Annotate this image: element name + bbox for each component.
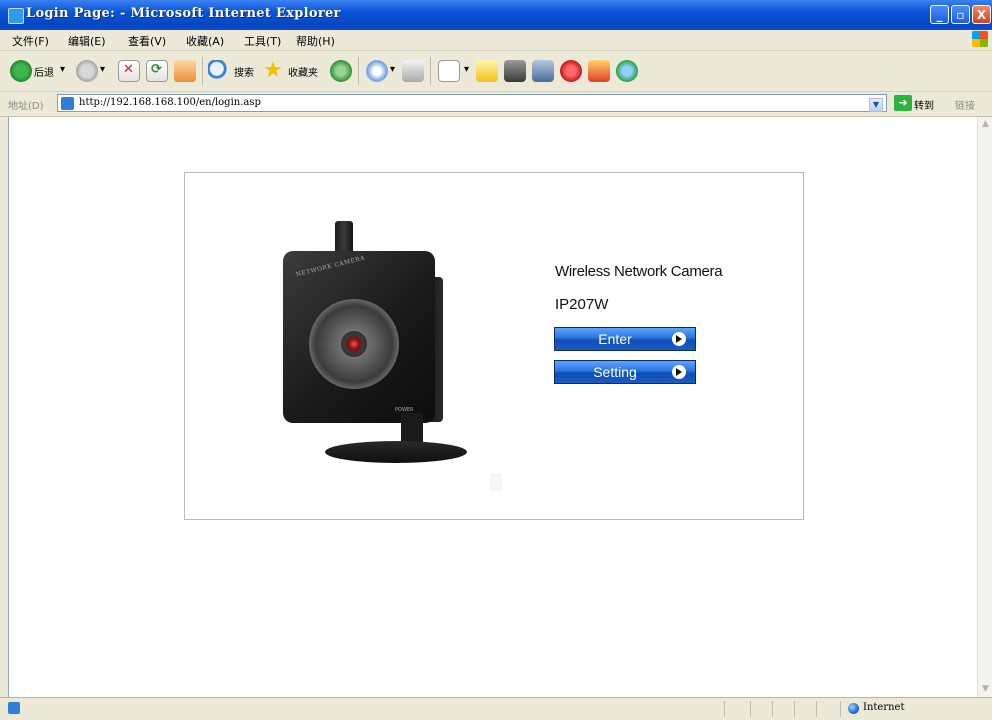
enter-label: Enter [598,331,632,347]
page-status-icon [8,702,20,714]
camera-lens [309,299,399,389]
status-bar: Internet [0,697,992,720]
setting-button[interactable]: Setting [554,360,696,384]
scroll-down-icon[interactable]: ▼ [978,682,992,697]
forward-dropdown-icon[interactable]: ▾ [100,64,105,75]
camera-stand-neck [401,413,423,443]
title-bar[interactable]: Login Page: - Microsoft Internet Explore… [0,0,992,30]
scroll-up-icon[interactable]: ▲ [978,117,992,132]
standard-toolbar: 后退 ▾ ▾ ✕ ⟳ 搜索 ★ 收藏夹 ▾ ▾ [0,51,992,92]
back-dropdown-icon[interactable]: ▾ [60,64,65,75]
camera-lens-core [341,331,367,357]
mail-dropdown-icon[interactable]: ▾ [390,64,395,75]
camera-body: NETWORK CAMERA POWER [283,251,435,423]
camera-stand-base [325,441,467,463]
enter-button[interactable]: Enter [554,327,696,351]
star-icon[interactable]: ★ [262,60,284,82]
print-icon[interactable] [402,60,424,82]
status-divider [772,701,773,717]
window-title: Login Page: - Microsoft Internet Explore… [26,6,341,21]
status-divider [724,701,725,717]
menu-bar: 文件(F) 编辑(E) 查看(V) 收藏(A) 工具(T) 帮助(H) [0,30,992,51]
go-arrow-icon[interactable]: ➜ [894,95,912,111]
back-label[interactable]: 后退 [34,64,54,79]
status-divider [750,701,751,717]
links-button[interactable]: 链接 [955,97,975,112]
page-icon [61,97,74,110]
history-icon[interactable] [330,60,352,82]
minimize-button[interactable]: _ [930,5,949,24]
camera-image: NETWORK CAMERA POWER [185,173,545,513]
search-label[interactable]: 搜索 [234,64,254,79]
forward-arrow-icon[interactable] [76,60,98,82]
toolbar-separator [202,57,203,85]
page-content: NETWORK CAMERA POWER Wireless Network Ca… [8,117,977,697]
camera-brand-text: NETWORK CAMERA [295,254,366,279]
setting-label: Setting [593,364,637,380]
ie-logo-icon [8,8,24,24]
vertical-scrollbar[interactable]: ▲ ▼ [977,117,992,697]
addon-red-icon[interactable] [560,60,582,82]
menu-help[interactable]: 帮助(H) [296,33,335,49]
address-field[interactable]: http://192.168.168.100/en/login.asp ▼ [57,94,887,112]
toolbar-separator [358,57,359,85]
addon-book-icon[interactable] [588,60,610,82]
menu-favorites[interactable]: 收藏(A) [186,33,224,49]
search-icon[interactable] [208,60,230,82]
close-button[interactable]: X [972,5,991,24]
back-arrow-icon[interactable] [10,60,32,82]
addon-users-icon[interactable] [616,60,638,82]
refresh-icon[interactable]: ⟳ [146,60,168,82]
status-divider [816,701,817,717]
address-url[interactable]: http://192.168.168.100/en/login.asp [79,97,261,108]
menu-tools[interactable]: 工具(T) [244,33,281,49]
address-label: 地址(D) [8,101,44,112]
globe-icon [848,703,859,714]
maximize-button[interactable]: ▫ [951,5,970,24]
address-bar: 地址(D) http://192.168.168.100/en/login.as… [0,92,992,117]
status-divider [840,701,841,717]
product-model: IP207W [555,296,609,313]
arrow-right-icon [672,365,686,379]
menu-edit[interactable]: 编辑(E) [68,33,106,49]
notes-icon[interactable] [476,60,498,82]
menu-file[interactable]: 文件(F) [12,33,49,49]
messenger-icon[interactable] [504,60,526,82]
favorites-label[interactable]: 收藏夹 [288,64,318,79]
mail-icon[interactable] [366,60,388,82]
stop-icon[interactable]: ✕ [118,60,140,82]
edit-icon[interactable] [438,60,460,82]
login-panel: NETWORK CAMERA POWER Wireless Network Ca… [184,172,804,520]
status-divider [794,701,795,717]
windows-logo-icon [972,31,988,47]
security-zone: Internet [863,702,905,713]
go-button[interactable]: 转到 [914,97,934,112]
home-icon[interactable] [174,60,196,82]
toolbar-separator [430,57,431,85]
product-title: Wireless Network Camera [555,263,723,280]
arrow-right-icon [672,332,686,346]
image-artifact [490,473,502,491]
research-icon[interactable] [532,60,554,82]
menu-view[interactable]: 查看(V) [128,33,166,49]
edit-dropdown-icon[interactable]: ▾ [464,64,469,75]
address-dropdown-icon[interactable]: ▼ [869,98,883,112]
